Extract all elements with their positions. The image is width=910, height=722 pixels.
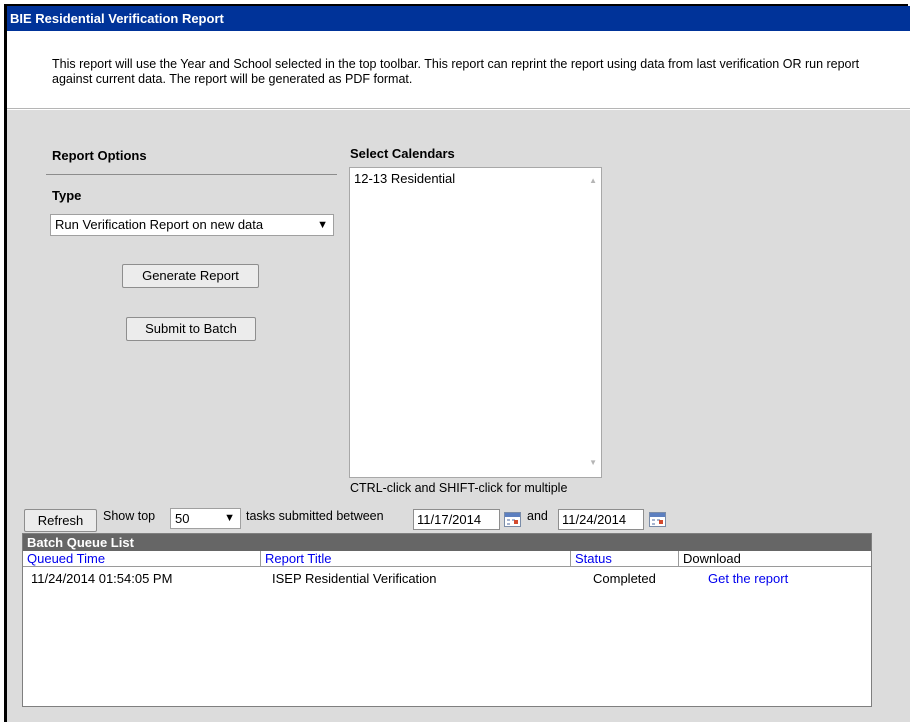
scroll-up-icon[interactable]: ▲ [589, 176, 597, 185]
scroll-down-icon[interactable]: ▼ [589, 458, 597, 467]
listbox-scrollbar[interactable]: ▲ ▼ [584, 168, 601, 477]
calendar-option[interactable]: 12-13 Residential [354, 171, 455, 186]
batch-queue-title: Batch Queue List [23, 534, 871, 551]
select-calendars-heading: Select Calendars [350, 146, 455, 161]
report-title-cell: ISEP Residential Verification [272, 571, 437, 586]
start-date-input[interactable]: 11/17/2014 [413, 509, 500, 530]
type-label: Type [52, 188, 82, 203]
between-label: tasks submitted between [246, 509, 384, 523]
column-header-report-title[interactable]: Report Title [261, 551, 571, 567]
type-select[interactable]: Run Verification Report on new data ▼ [50, 214, 334, 236]
calendar-icon[interactable] [649, 512, 666, 527]
status-cell: Completed [593, 571, 656, 586]
calendar-hint: CTRL-click and SHIFT-click for multiple [350, 481, 568, 495]
calendar-listbox[interactable]: 12-13 Residential ▲ ▼ [349, 167, 602, 478]
refresh-button[interactable]: Refresh [24, 509, 97, 532]
and-label: and [527, 509, 548, 523]
table-header: Queued Time Report Title Status Download [23, 551, 871, 567]
end-date-input[interactable]: 11/24/2014 [558, 509, 644, 530]
report-description: This report will use the Year and School… [7, 31, 910, 109]
column-header-status[interactable]: Status [571, 551, 679, 567]
get-report-link[interactable]: Get the report [708, 571, 788, 586]
type-select-value: Run Verification Report on new data [55, 217, 264, 232]
report-options-heading: Report Options [52, 148, 147, 163]
queued-time-cell: 11/24/2014 01:54:05 PM [31, 571, 173, 586]
show-top-select[interactable]: 50 ▼ [170, 508, 241, 529]
column-header-download: Download [683, 551, 741, 566]
calendar-icon[interactable] [504, 512, 521, 527]
show-top-value: 50 [175, 511, 190, 526]
page-title: BIE Residential Verification Report [7, 6, 910, 31]
chevron-down-icon: ▼ [224, 512, 235, 524]
generate-report-button[interactable]: Generate Report [122, 264, 259, 288]
options-divider [46, 174, 337, 175]
batch-queue-list: Batch Queue List Queued Time Report Titl… [22, 533, 872, 707]
submit-to-batch-button[interactable]: Submit to Batch [126, 317, 256, 341]
show-top-label: Show top [103, 509, 156, 523]
description-text: This report will use the Year and School… [52, 57, 860, 86]
column-header-queued-time[interactable]: Queued Time [23, 551, 261, 567]
chevron-down-icon: ▼ [317, 219, 328, 231]
